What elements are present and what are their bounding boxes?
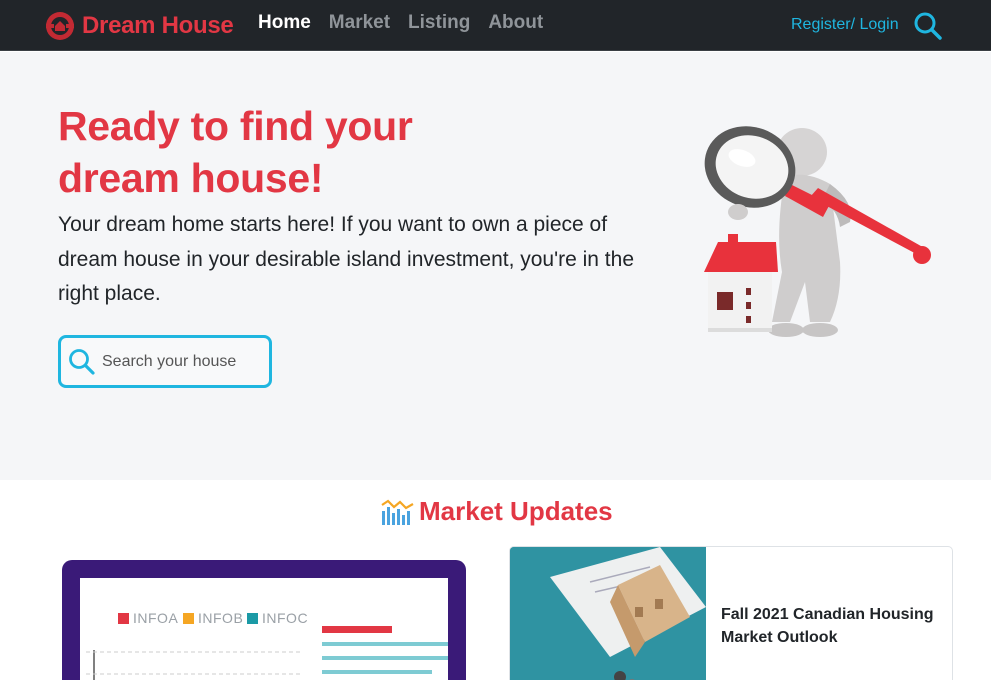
- magnifier-figure-house-illustration: [704, 126, 931, 337]
- chart-bars-icon: [381, 499, 414, 525]
- register-login-link[interactable]: Register/ Login: [791, 16, 899, 34]
- nav-item-about[interactable]: About: [488, 12, 543, 34]
- nav-item-listing[interactable]: Listing: [408, 12, 470, 34]
- search-icon: [69, 348, 95, 375]
- hero-title-line1: Ready to find your: [58, 103, 413, 149]
- top-navbar: Dream House Home Market Listing About Re…: [0, 0, 991, 51]
- house-search-input[interactable]: [102, 352, 262, 371]
- hero-section: Ready to find your dream house! Your dre…: [0, 52, 991, 480]
- nav-item-market[interactable]: Market: [329, 12, 390, 34]
- brand-link[interactable]: Dream House: [44, 9, 234, 43]
- search-icon[interactable]: [913, 11, 943, 41]
- hero-description: Your dream home starts here! If you want…: [58, 213, 634, 305]
- market-news-title: Fall 2021 Canadian Housing Market Outloo…: [721, 606, 934, 646]
- main-nav: Home Market Listing About: [258, 12, 543, 34]
- brand-logo-icon: [46, 12, 74, 40]
- market-updates-heading: Market Updates: [380, 496, 613, 527]
- market-laptop-image: INFOA INFOB INFOC: [62, 560, 466, 680]
- hero-title-line2: dream house!: [58, 155, 324, 201]
- market-news-card[interactable]: Fall 2021 Canadian Housing Market Outloo…: [509, 546, 953, 680]
- nav-item-home[interactable]: Home: [258, 12, 311, 34]
- house-search-box[interactable]: [58, 335, 272, 388]
- laptop-chart-art: [86, 626, 448, 680]
- house-model-photo: [510, 547, 706, 680]
- laptop-screen: INFOA INFOB INFOC: [80, 578, 448, 680]
- brand-name: Dream House: [82, 12, 234, 39]
- hero-title: Ready to find your dream house!: [58, 100, 518, 204]
- market-updates-title: Market Updates: [419, 496, 613, 526]
